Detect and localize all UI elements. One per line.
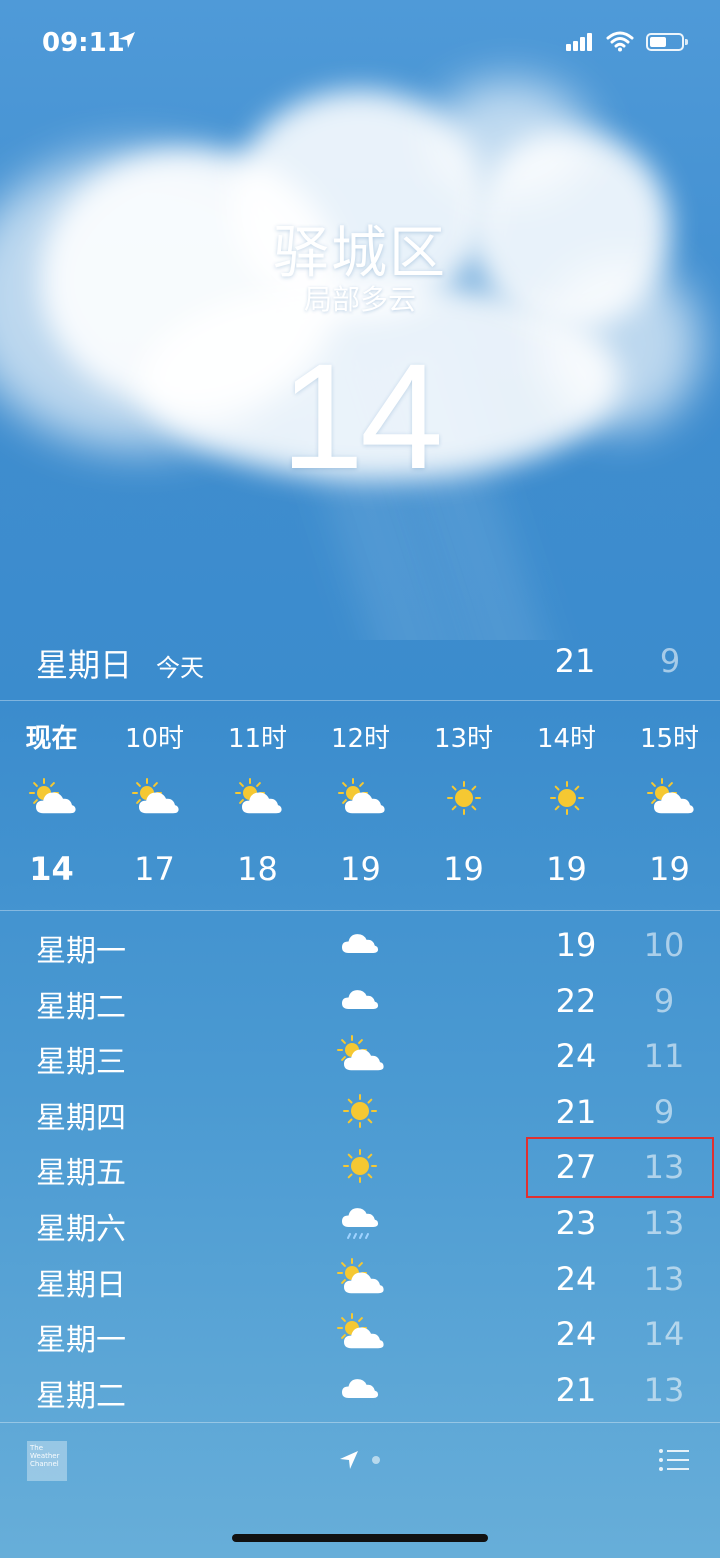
- hour-temperature: 18: [237, 850, 278, 888]
- partly-cloudy-icon: [646, 778, 694, 818]
- cloud-icon: [336, 924, 384, 964]
- day-name: 星期五: [36, 1156, 126, 1192]
- day-high: 24: [555, 1037, 597, 1076]
- sky-background: [0, 0, 720, 640]
- current-location-icon[interactable]: [338, 1449, 360, 1471]
- hour-temperature: 19: [649, 850, 690, 888]
- hourly-item: 现在 14: [0, 702, 103, 912]
- day-name: 星期二: [36, 989, 126, 1025]
- hour-label: 11时: [227, 724, 288, 754]
- rain-cloud-icon: [336, 1202, 384, 1242]
- day-name: 星期二: [36, 1378, 126, 1414]
- today-low: 9: [659, 642, 681, 680]
- divider: [0, 910, 720, 911]
- today-label: 今天: [156, 654, 204, 682]
- day-low: 14: [643, 1315, 685, 1354]
- day-high: 21: [555, 1370, 597, 1409]
- day-low: 9: [653, 1092, 675, 1131]
- day-name: 星期四: [36, 1100, 126, 1136]
- city-name: 驿城区: [273, 221, 447, 286]
- hour-label: 14时: [536, 724, 597, 754]
- hourly-item: 14时 19: [515, 702, 618, 912]
- day-name: 星期六: [36, 1211, 126, 1247]
- day-low: 10: [643, 926, 685, 964]
- weather-channel-logo[interactable]: The Weather Channel: [27, 1441, 67, 1481]
- daily-row: 星期六 23 13: [0, 1196, 720, 1252]
- daily-row: 星期日 24 13: [0, 1252, 720, 1308]
- sun-icon: [336, 1091, 384, 1131]
- hour-temperature: 19: [546, 850, 587, 888]
- day-name: 星期一: [36, 934, 126, 969]
- hourly-forecast[interactable]: 现在 14 10时 17 11时 18 12时 19 13时 19 14时 19 15时 19: [0, 702, 720, 912]
- day-high: 23: [555, 1203, 597, 1242]
- current-temperature: 14: [280, 332, 444, 500]
- partly-cloudy-icon: [131, 778, 179, 818]
- day-high: 24: [555, 1259, 597, 1298]
- day-high: 24: [555, 1315, 597, 1354]
- daily-row: 星期三 24 11: [0, 1029, 720, 1085]
- day-name: 星期日: [36, 1267, 126, 1303]
- hour-temperature: 14: [29, 850, 74, 888]
- partly-cloudy-icon: [336, 1035, 384, 1075]
- today-summary: 星期日 今天 21 9: [0, 630, 720, 700]
- day-name: 星期一: [36, 1323, 126, 1359]
- hourly-item: 11时 18: [206, 702, 309, 912]
- hour-temperature: 17: [134, 850, 175, 888]
- hourly-item: 13时 19: [412, 702, 515, 912]
- hourly-item: 12时 19: [309, 702, 412, 912]
- page-indicator-dot[interactable]: [372, 1456, 380, 1464]
- battery-icon: [646, 33, 688, 51]
- hour-temperature: 19: [443, 850, 484, 888]
- hour-label: 12时: [330, 724, 391, 754]
- day-low: 13: [643, 1259, 685, 1298]
- city-list-icon[interactable]: [658, 1447, 690, 1473]
- hourly-item: 10时 17: [103, 702, 206, 912]
- hourly-item: 15时 19: [618, 702, 720, 912]
- hour-label: 15时: [639, 724, 700, 754]
- cloud-icon: [336, 1369, 384, 1409]
- day-low: 13: [643, 1370, 685, 1409]
- day-low: 11: [643, 1037, 685, 1076]
- sun-icon: [440, 778, 488, 818]
- hour-label: 10时: [124, 724, 185, 754]
- home-indicator[interactable]: [232, 1534, 488, 1542]
- partly-cloudy-icon: [337, 778, 385, 818]
- divider: [0, 700, 720, 701]
- bottom-toolbar: The Weather Channel: [0, 1423, 720, 1558]
- partly-cloudy-icon: [336, 1313, 384, 1353]
- daily-row: 星期二 22 9: [0, 974, 720, 1030]
- day-high: 22: [555, 981, 597, 1020]
- highlight-box: [526, 1137, 714, 1198]
- daily-row: 星期一 19 10: [0, 918, 720, 974]
- wifi-icon: [606, 31, 634, 52]
- daily-row: 星期四 21 9: [0, 1085, 720, 1141]
- day-low: 9: [653, 981, 675, 1020]
- status-time: 09:11: [42, 28, 125, 58]
- hour-label: 现在: [25, 724, 78, 754]
- location-arrow-icon: [119, 32, 135, 48]
- today-day: 星期日: [36, 646, 133, 684]
- day-name: 星期三: [36, 1045, 126, 1081]
- status-bar: 09:11: [0, 0, 720, 90]
- today-high: 21: [554, 642, 596, 680]
- partly-cloudy-icon: [336, 1257, 384, 1298]
- hour-label: 13时: [433, 724, 494, 754]
- cloud-icon: [336, 980, 384, 1020]
- daily-row: 星期一 24 14: [0, 1307, 720, 1363]
- sun-icon: [543, 778, 591, 818]
- day-low: 13: [643, 1203, 685, 1242]
- day-high: 21: [555, 1092, 597, 1131]
- cellular-signal-icon: [566, 33, 592, 51]
- hour-temperature: 19: [340, 850, 381, 888]
- partly-cloudy-icon: [234, 778, 282, 818]
- sun-icon: [336, 1146, 384, 1186]
- partly-cloudy-icon: [28, 778, 76, 818]
- current-condition: 局部多云: [303, 283, 416, 316]
- day-high: 19: [555, 926, 597, 964]
- daily-row: 星期二 21 13: [0, 1363, 720, 1419]
